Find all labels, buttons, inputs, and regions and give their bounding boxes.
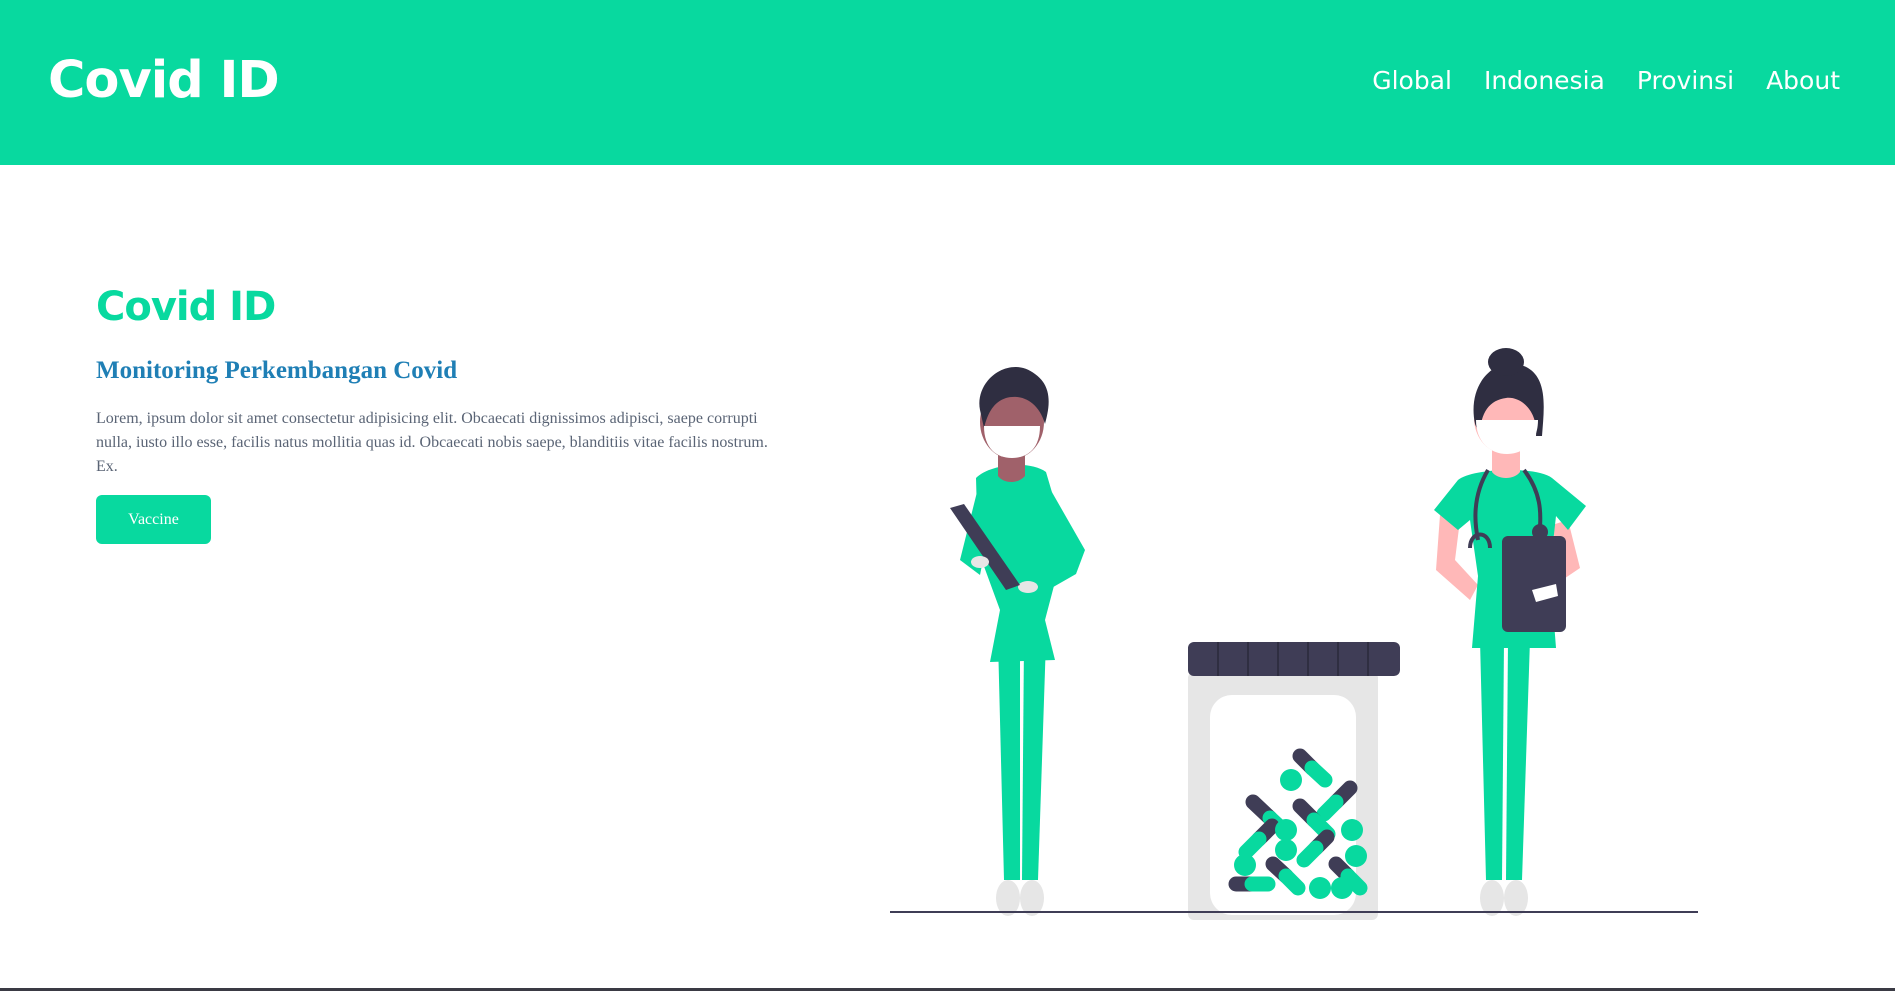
doctor-right-figure [1434, 348, 1586, 916]
medical-staff-illustration [890, 348, 1698, 920]
hero-title: Covid ID [96, 284, 276, 330]
nav-link-global[interactable]: Global [1372, 62, 1452, 100]
doctor-left-figure [950, 366, 1085, 916]
nav-menu: Global Indonesia Provinsi About [1372, 62, 1840, 100]
pill-jar-icon [1188, 642, 1400, 920]
navbar: Covid ID Global Indonesia Provinsi About [0, 0, 1895, 165]
vaccine-button[interactable]: Vaccine [96, 495, 211, 544]
nav-link-indonesia[interactable]: Indonesia [1484, 62, 1605, 100]
nav-link-provinsi[interactable]: Provinsi [1637, 62, 1734, 100]
hero-description: Lorem, ipsum dolor sit amet consectetur … [96, 410, 768, 475]
hero-subtitle: Monitoring Perkembangan Covid [96, 357, 458, 384]
brand-logo[interactable]: Covid ID [48, 50, 280, 112]
nav-link-about[interactable]: About [1766, 62, 1840, 100]
